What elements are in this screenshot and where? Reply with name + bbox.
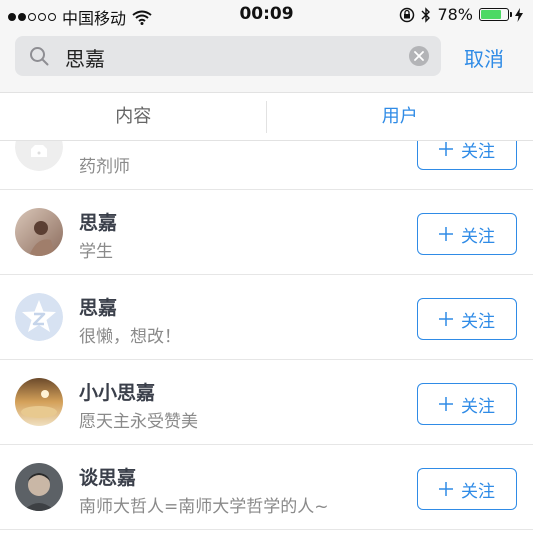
user-list-item[interactable]: 思嘉 很懒，想改！ 关注 [0, 275, 533, 360]
user-description: 愿天主永受赞美 [79, 412, 198, 432]
plus-icon [439, 482, 453, 496]
user-list: 药剂师 关注 思嘉 学生 关注 思嘉 很懒，想改！ 关注 小小思嘉 愿天主永受赞… [0, 141, 533, 541]
avatar [15, 378, 63, 426]
avatar [15, 208, 63, 256]
follow-label: 关注 [461, 141, 495, 162]
user-name: 思嘉 [79, 212, 118, 234]
plus-icon [439, 312, 453, 326]
default-avatar-icon [15, 141, 63, 171]
follow-label: 关注 [461, 396, 495, 417]
tab-users[interactable]: 用户 [267, 93, 533, 140]
tab-content[interactable]: 内容 [0, 93, 267, 140]
user-name: 思嘉 [79, 297, 118, 319]
follow-button[interactable]: 关注 [417, 298, 517, 340]
follow-label: 关注 [461, 311, 495, 332]
follow-label: 关注 [461, 481, 495, 502]
search-header: 思嘉 取消 [0, 30, 533, 92]
user-description: 很懒，想改！ [79, 327, 181, 347]
follow-label: 关注 [461, 226, 495, 247]
photo-avatar-icon [15, 463, 63, 511]
plus-icon [439, 397, 453, 411]
tab-divider [266, 101, 267, 133]
tab-bar: 内容 用户 [0, 92, 533, 141]
follow-button[interactable]: 关注 [417, 468, 517, 510]
user-list-item[interactable]: 小小思嘉 愿天主永受赞美 关注 [0, 360, 533, 445]
status-right: 78% [399, 5, 523, 24]
user-list-item[interactable]: 思嘉 学生 关注 [0, 190, 533, 275]
photo-avatar-icon [15, 378, 63, 426]
follow-button[interactable]: 关注 [417, 383, 517, 425]
rotation-lock-icon [400, 7, 415, 22]
default-z-avatar-icon [15, 293, 63, 341]
charging-icon [515, 7, 523, 22]
cancel-button[interactable]: 取消 [464, 43, 504, 72]
avatar [15, 293, 63, 341]
user-description: 药剂师 [79, 157, 130, 177]
photo-avatar-icon [15, 208, 63, 256]
user-description: 学生 [79, 242, 113, 262]
search-query: 思嘉 [65, 47, 105, 71]
plus-icon [439, 227, 453, 241]
user-name: 谈思嘉 [79, 467, 137, 489]
plus-icon [439, 142, 453, 156]
search-icon [30, 47, 49, 66]
search-input[interactable]: 思嘉 [15, 36, 441, 76]
status-bar: 中国移动 00:09 78% [0, 0, 533, 30]
battery-percent: 78% [437, 5, 473, 24]
follow-button[interactable]: 关注 [417, 213, 517, 255]
avatar [15, 463, 63, 511]
user-list-item[interactable]: 谈思嘉 南师大哲人=南师大学哲学的人~ 关注 [0, 445, 533, 530]
user-name: 小小思嘉 [79, 382, 156, 404]
clear-search-icon[interactable] [409, 46, 429, 66]
user-description: 南师大哲人=南师大学哲学的人~ [79, 497, 329, 517]
avatar [15, 141, 63, 171]
battery-icon [479, 8, 512, 21]
user-list-item[interactable]: 药剂师 关注 [0, 141, 533, 190]
bluetooth-icon [421, 6, 431, 23]
follow-button[interactable]: 关注 [417, 141, 517, 170]
